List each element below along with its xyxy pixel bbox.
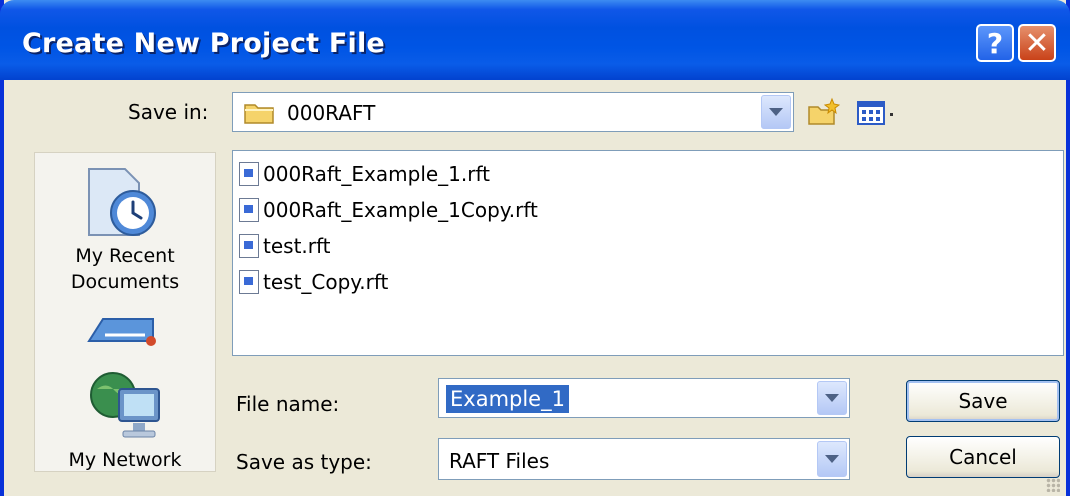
list-item[interactable]: 000Raft_Example_1.rft: [239, 159, 490, 189]
file-name-label: File name:: [236, 392, 340, 416]
file-icon: [239, 270, 259, 294]
desktop-icon[interactable]: [85, 311, 161, 349]
save-button[interactable]: Save: [906, 380, 1060, 422]
save-as-type-dropdown-button[interactable]: [817, 441, 847, 477]
places-recent-label-1: My Recent: [75, 245, 175, 267]
close-button[interactable]: ✕: [1018, 24, 1056, 62]
list-item[interactable]: test.rft: [239, 231, 331, 261]
list-item[interactable]: 000Raft_Example_1Copy.rft: [239, 195, 538, 225]
file-name-text: 000Raft_Example_1.rft: [263, 162, 491, 186]
places-bar: My Recent Documents My Network: [34, 152, 216, 472]
file-name-input[interactable]: Example_1: [438, 378, 850, 418]
file-name-text: test_Copy.rft: [263, 270, 389, 294]
save-in-dropdown-button[interactable]: [761, 95, 791, 129]
save-in-value: 000RAFT: [287, 101, 376, 125]
chevron-down-icon: [825, 394, 839, 402]
close-icon: ✕: [1024, 25, 1050, 61]
file-name-text: test.rft: [263, 234, 331, 258]
places-network-label: My Network: [68, 449, 182, 471]
help-button[interactable]: ?: [976, 24, 1014, 62]
save-as-type-dropdown[interactable]: RAFT Files: [438, 438, 850, 480]
folder-icon: [244, 104, 274, 124]
new-folder-icon[interactable]: [806, 97, 840, 127]
file-name-text: 000Raft_Example_1Copy.rft: [263, 198, 538, 222]
save-as-type-label: Save as type:: [236, 450, 372, 474]
save-in-label: Save in:: [128, 100, 209, 124]
list-item[interactable]: test_Copy.rft: [239, 267, 388, 297]
file-name-value: Example_1: [446, 385, 569, 413]
file-icon: [239, 234, 259, 258]
save-dialog: Create New Project File ? ✕ Save in: 000…: [0, 0, 1070, 496]
dialog-title: Create New Project File: [22, 28, 385, 59]
resize-grip[interactable]: [1046, 478, 1060, 492]
my-network-icon: [90, 372, 160, 438]
help-icon: ?: [986, 26, 1004, 60]
title-bar: Create New Project File ? ✕: [0, 0, 1070, 80]
chevron-down-icon: [825, 455, 839, 463]
file-name-dropdown-button[interactable]: [817, 381, 847, 415]
cancel-button[interactable]: Cancel: [906, 436, 1060, 478]
chevron-down-icon: [769, 108, 783, 116]
file-list[interactable]: 000Raft_Example_1.rft 000Raft_Example_1C…: [232, 150, 1064, 356]
places-recent-label-2: Documents: [70, 271, 180, 293]
save-as-type-value: RAFT Files: [449, 449, 550, 473]
save-in-dropdown[interactable]: 000RAFT: [232, 92, 794, 132]
view-menu-icon[interactable]: [856, 99, 906, 127]
file-icon: [239, 162, 259, 186]
file-icon: [239, 198, 259, 222]
recent-documents-icon: [88, 168, 156, 236]
